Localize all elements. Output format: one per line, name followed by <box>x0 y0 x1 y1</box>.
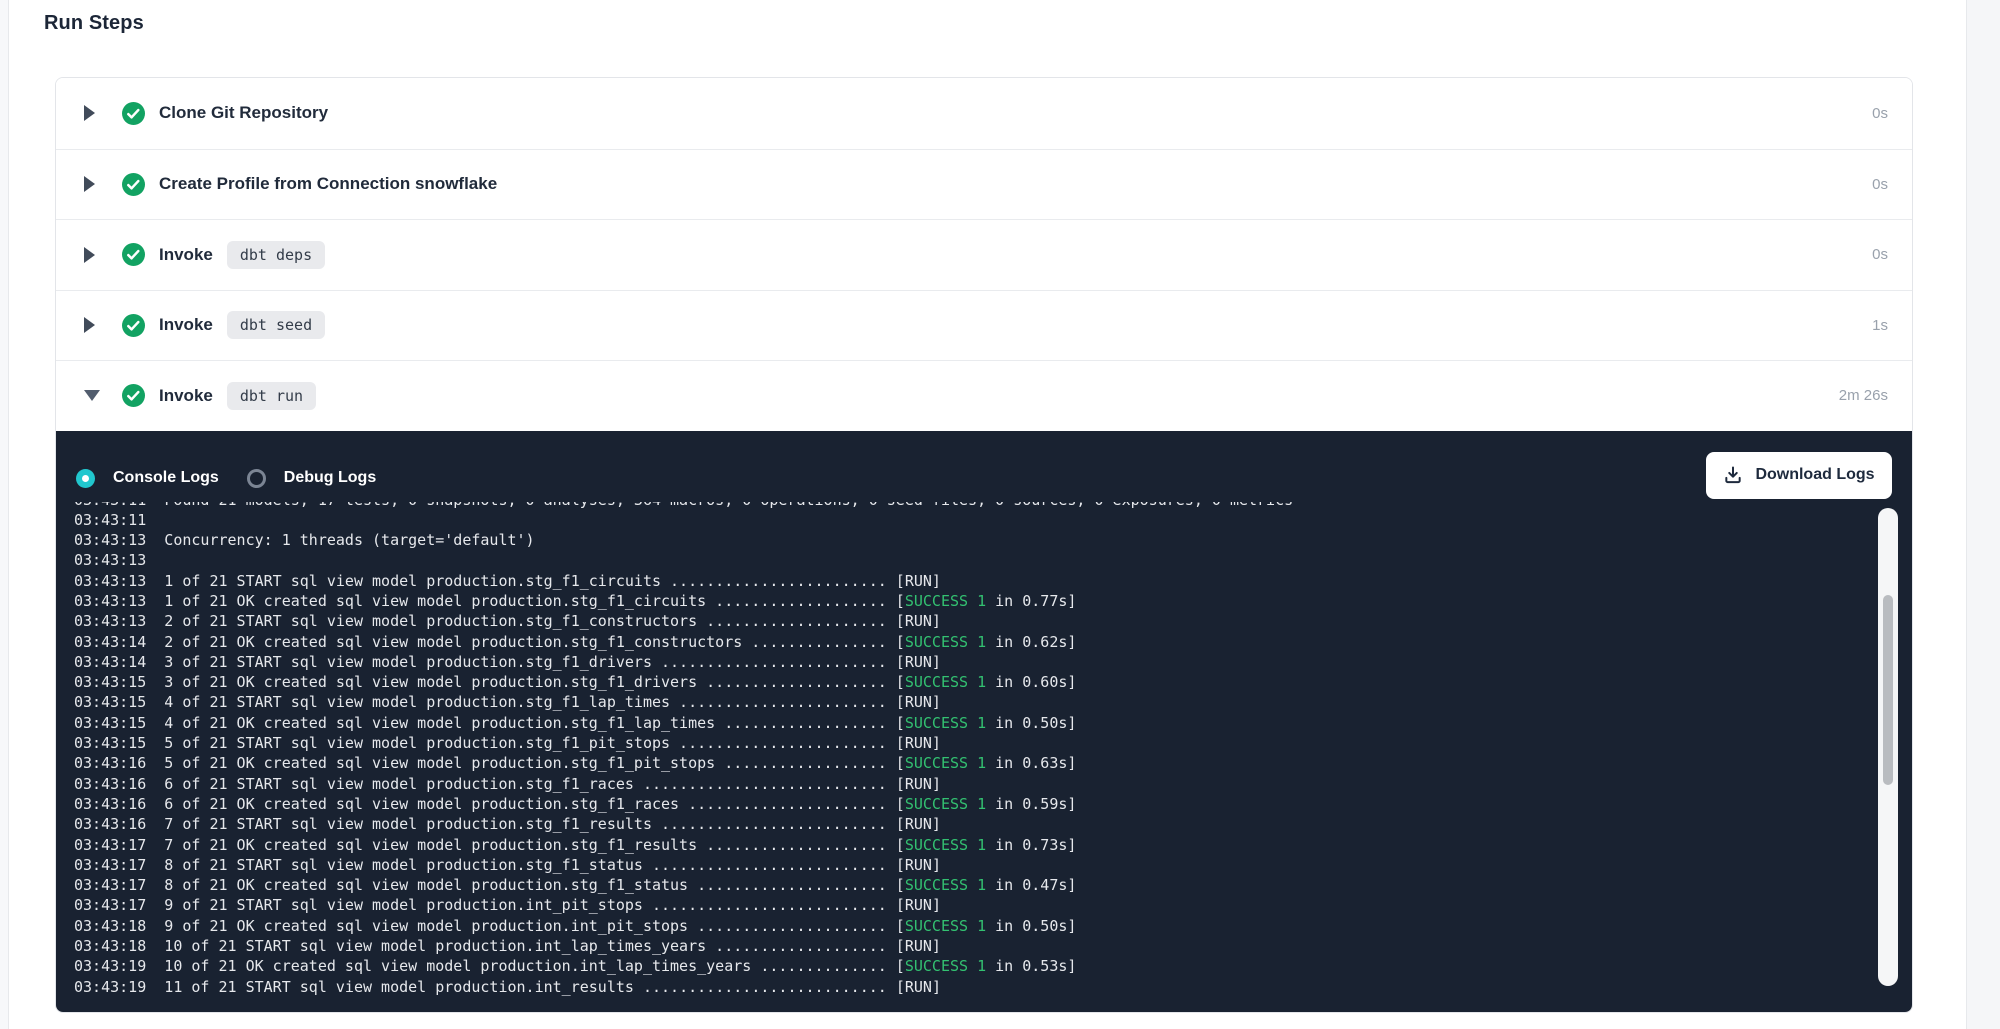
log-line: 03:43:17 8 of 21 OK created sql view mod… <box>74 875 1864 895</box>
step-rows: Clone Git Repository 0s Create Profile f… <box>56 78 1912 431</box>
log-line: 03:43:16 6 of 21 OK created sql view mod… <box>74 794 1864 814</box>
log-line: 03:43:17 8 of 21 START sql view model pr… <box>74 855 1864 875</box>
log-success-status: SUCCESS 1 <box>905 754 986 772</box>
tab-console-logs[interactable]: Console Logs <box>76 469 219 488</box>
success-check-icon <box>122 173 145 196</box>
chevron-box <box>84 317 100 333</box>
step-row[interactable]: Create Profile from Connection snowflake… <box>56 149 1912 220</box>
log-lines: 03:43:11 Found 21 models, 17 tests, 0 sn… <box>74 502 1864 997</box>
console-logs-radio-icon[interactable] <box>76 469 95 488</box>
log-tabs: Console Logs Debug Logs <box>76 469 404 488</box>
log-line: 03:43:15 4 of 21 START sql view model pr… <box>74 692 1864 712</box>
log-line: 03:43:11 <box>74 510 1864 530</box>
chevron-box <box>84 247 100 263</box>
log-line: 03:43:13 1 of 21 START sql view model pr… <box>74 571 1864 591</box>
step-duration: 1s <box>1872 317 1888 334</box>
log-line: 03:43:11 Found 21 models, 17 tests, 0 sn… <box>74 502 1864 510</box>
log-success-status: SUCCESS 1 <box>905 673 986 691</box>
log-panel: Console Logs Debug Logs Download Logs 03… <box>56 431 1912 1012</box>
chevron-box <box>84 176 100 192</box>
log-line: 03:43:19 10 of 21 OK created sql view mo… <box>74 956 1864 976</box>
step-duration: 0s <box>1872 246 1888 263</box>
log-success-status: SUCCESS 1 <box>905 795 986 813</box>
log-line: 03:43:16 5 of 21 OK created sql view mod… <box>74 753 1864 773</box>
step-row[interactable]: Clone Git Repository 0s <box>56 78 1912 149</box>
chevron-right-icon <box>84 105 95 121</box>
step-title: Invoke <box>159 245 213 265</box>
log-line: 03:43:16 7 of 21 START sql view model pr… <box>74 814 1864 834</box>
log-line: 03:43:13 2 of 21 START sql view model pr… <box>74 611 1864 631</box>
success-check-icon <box>122 384 145 407</box>
page-right-gutter <box>1966 0 2000 1029</box>
console-log-output[interactable]: 03:43:11 Found 21 models, 17 tests, 0 sn… <box>74 502 1864 1000</box>
log-line: 03:43:15 3 of 21 OK created sql view mod… <box>74 672 1864 692</box>
chevron-right-icon <box>84 317 95 333</box>
log-line: 03:43:14 2 of 21 OK created sql view mod… <box>74 632 1864 652</box>
log-line: 03:43:13 Concurrency: 1 threads (target=… <box>74 530 1864 550</box>
download-logs-label: Download Logs <box>1755 466 1874 484</box>
log-scrollbar-thumb[interactable] <box>1883 595 1893 785</box>
chevron-right-icon <box>84 176 95 192</box>
log-line: 03:43:14 3 of 21 START sql view model pr… <box>74 652 1864 672</box>
console-logs-label[interactable]: Console Logs <box>113 469 219 487</box>
step-title: Clone Git Repository <box>159 103 328 123</box>
chevron-box <box>84 105 100 121</box>
step-duration: 0s <box>1872 105 1888 122</box>
log-line: 03:43:18 9 of 21 OK created sql view mod… <box>74 916 1864 936</box>
step-title: Create Profile from Connection snowflake <box>159 174 497 194</box>
download-icon <box>1723 465 1743 485</box>
log-line: 03:43:17 7 of 21 OK created sql view mod… <box>74 835 1864 855</box>
step-row[interactable]: Invoke dbt deps 0s <box>56 219 1912 290</box>
log-line: 03:43:19 11 of 21 START sql view model p… <box>74 977 1864 997</box>
step-duration: 0s <box>1872 176 1888 193</box>
log-success-status: SUCCESS 1 <box>905 714 986 732</box>
log-success-status: SUCCESS 1 <box>905 957 986 975</box>
step-duration: 2m 26s <box>1839 387 1888 404</box>
step-command-chip: dbt deps <box>227 241 325 269</box>
log-line: 03:43:17 9 of 21 START sql view model pr… <box>74 895 1864 915</box>
log-line: 03:43:13 1 of 21 OK created sql view mod… <box>74 591 1864 611</box>
run-steps-page: Run Steps Clone Git Repository 0s Create… <box>0 0 2000 1029</box>
step-command-chip: dbt run <box>227 382 316 410</box>
page-title: Run Steps <box>44 12 144 35</box>
debug-logs-radio-icon[interactable] <box>247 469 266 488</box>
step-row[interactable]: Invoke dbt run 2m 26s <box>56 360 1912 431</box>
success-check-icon <box>122 102 145 125</box>
success-check-icon <box>122 314 145 337</box>
step-title: Invoke <box>159 386 213 406</box>
log-scrollbar-track[interactable] <box>1878 508 1898 986</box>
tab-debug-logs[interactable]: Debug Logs <box>247 469 376 488</box>
log-success-status: SUCCESS 1 <box>905 592 986 610</box>
step-title: Invoke <box>159 315 213 335</box>
run-steps-card: Clone Git Repository 0s Create Profile f… <box>55 77 1913 1013</box>
log-line: 03:43:16 6 of 21 START sql view model pr… <box>74 774 1864 794</box>
success-check-icon <box>122 243 145 266</box>
step-command-chip: dbt seed <box>227 311 325 339</box>
log-line: 03:43:15 4 of 21 OK created sql view mod… <box>74 713 1864 733</box>
chevron-down-icon <box>84 390 100 401</box>
chevron-right-icon <box>84 247 95 263</box>
download-logs-button[interactable]: Download Logs <box>1706 452 1892 499</box>
chevron-box <box>84 390 100 401</box>
log-success-status: SUCCESS 1 <box>905 917 986 935</box>
page-left-gutter <box>0 0 9 1029</box>
debug-logs-label[interactable]: Debug Logs <box>284 469 376 487</box>
log-line: 03:43:13 <box>74 550 1864 570</box>
log-line: 03:43:15 5 of 21 START sql view model pr… <box>74 733 1864 753</box>
log-success-status: SUCCESS 1 <box>905 836 986 854</box>
step-row[interactable]: Invoke dbt seed 1s <box>56 290 1912 361</box>
log-success-status: SUCCESS 1 <box>905 633 986 651</box>
log-line: 03:43:18 10 of 21 START sql view model p… <box>74 936 1864 956</box>
log-success-status: SUCCESS 1 <box>905 876 986 894</box>
